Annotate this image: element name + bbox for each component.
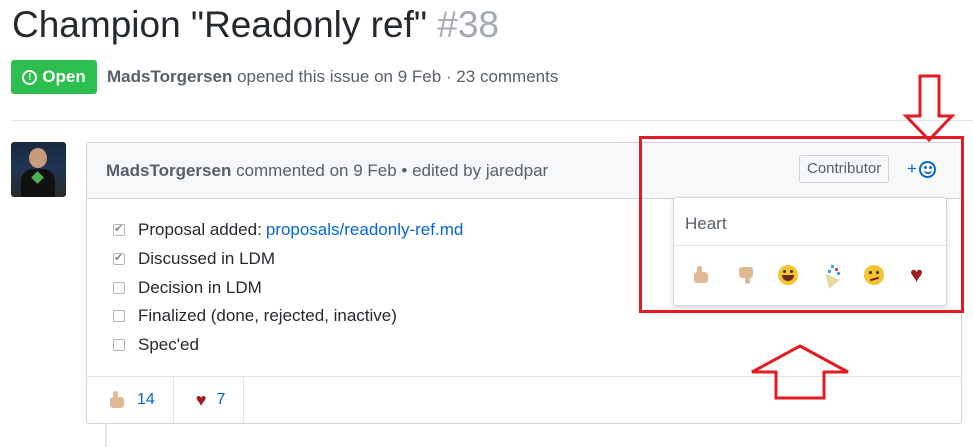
down-arrow-annotation <box>902 74 956 143</box>
timeline-line <box>105 423 107 447</box>
annotation-overlay <box>751 74 956 400</box>
up-arrow-annotation <box>751 344 849 400</box>
